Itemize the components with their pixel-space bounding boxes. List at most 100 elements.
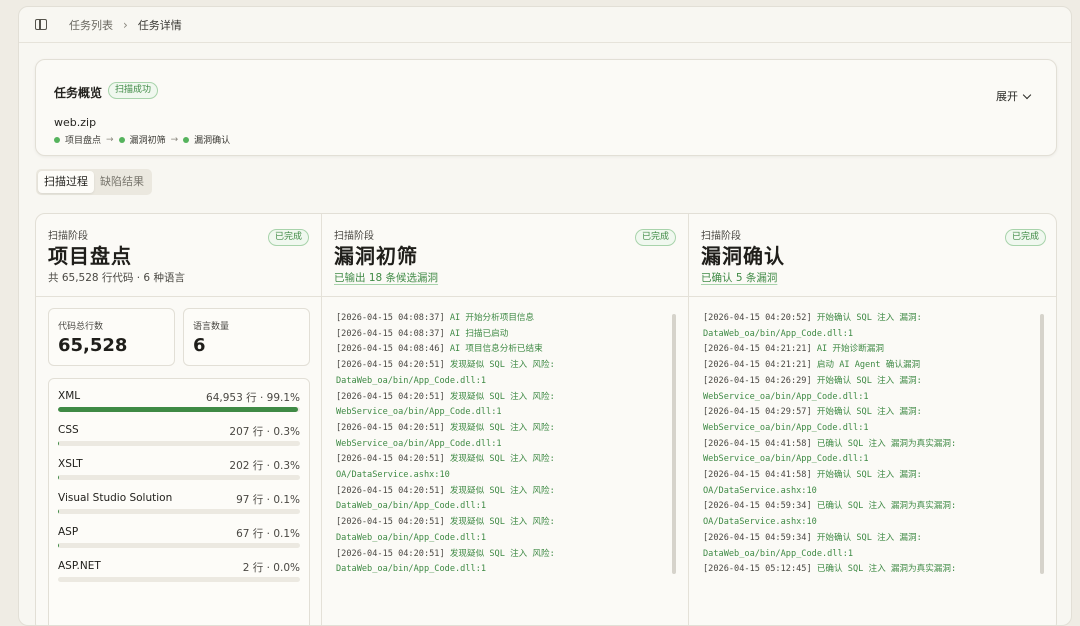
metric-label: 代码总行数 bbox=[58, 319, 103, 332]
log-message: DataWeb_oa/bin/App_Code.dll:1 bbox=[703, 329, 853, 339]
log-scrollbar[interactable] bbox=[672, 314, 676, 574]
log-message: 发现疑似 SQL 注入 风险: bbox=[445, 392, 555, 402]
language-name: CSS bbox=[58, 424, 79, 436]
log-message: 已确认 SQL 注入 漏洞为真实漏洞: bbox=[812, 501, 957, 511]
tab-defect-results[interactable]: 缺陷结果 bbox=[94, 171, 150, 193]
language-line-count: 64,953 行 · 99.1% bbox=[206, 390, 300, 405]
log-line: [2026-04-15 04:08:37] AI 开始分析项目信息 bbox=[336, 311, 555, 327]
log-timestamp: [2026-04-15 04:20:51] bbox=[336, 360, 445, 370]
log-message: DataWeb_oa/bin/App_Code.dll:1 bbox=[336, 501, 486, 511]
completed-badge: 已完成 bbox=[1005, 229, 1046, 246]
stage-title: 漏洞初筛 bbox=[334, 240, 418, 269]
log-message: WebService_oa/bin/App_Code.dll:1 bbox=[336, 407, 502, 417]
log-line: DataWeb_oa/bin/App_Code.dll:1 bbox=[336, 374, 555, 390]
log-message: 发现疑似 SQL 注入 风险: bbox=[445, 454, 555, 464]
language-share-fill bbox=[58, 475, 59, 480]
view-tabs: 扫描过程 缺陷结果 bbox=[36, 169, 152, 195]
log-line: OA/DataService.ashx:10 bbox=[703, 484, 956, 500]
language-line-count: 202 行 · 0.3% bbox=[229, 458, 300, 473]
log-timestamp: [2026-04-15 04:20:51] bbox=[336, 423, 445, 433]
language-share-bar bbox=[58, 577, 300, 582]
log-message: 发现疑似 SQL 注入 风险: bbox=[445, 423, 555, 433]
log-timestamp: [2026-04-15 04:20:51] bbox=[336, 517, 445, 527]
tab-scan-process[interactable]: 扫描过程 bbox=[38, 171, 94, 193]
log-line: [2026-04-15 04:59:34] 已确认 SQL 注入 漏洞为真实漏洞… bbox=[703, 499, 956, 515]
language-share-fill bbox=[58, 407, 298, 412]
language-share-bar bbox=[58, 543, 300, 548]
stage-title: 漏洞确认 bbox=[701, 240, 785, 269]
step-done-dot-icon bbox=[54, 137, 60, 143]
log-message: WebService_oa/bin/App_Code.dll:1 bbox=[336, 439, 502, 449]
log-line: [2026-04-15 05:12:45] 已确认 SQL 注入 漏洞为真实漏洞… bbox=[703, 562, 956, 578]
candidate-count-link[interactable]: 已输出 18 条候选漏洞 bbox=[334, 270, 438, 285]
log-timestamp: [2026-04-15 04:20:51] bbox=[336, 549, 445, 559]
log-message: DataWeb_oa/bin/App_Code.dll:1 bbox=[336, 376, 486, 386]
log-line: DataWeb_oa/bin/App_Code.dll:1 bbox=[336, 562, 555, 578]
language-row: Visual Studio Solution97 行 · 0.1% bbox=[58, 489, 300, 523]
log-line: [2026-04-15 04:41:58] 开始确认 SQL 注入 漏洞: bbox=[703, 468, 956, 484]
log-message: 已确认 SQL 注入 漏洞为真实漏洞: bbox=[812, 439, 957, 449]
log-timestamp: [2026-04-15 04:26:29] bbox=[703, 376, 812, 386]
language-name: ASP.NET bbox=[58, 560, 101, 572]
log-line: [2026-04-15 04:29:57] 开始确认 SQL 注入 漏洞: bbox=[703, 405, 956, 421]
arrow-right-icon: → bbox=[171, 135, 179, 145]
log-timestamp: [2026-04-15 04:41:58] bbox=[703, 439, 812, 449]
log-message: OA/DataService.ashx:10 bbox=[336, 470, 450, 480]
confirmed-count-link[interactable]: 已确认 5 条漏洞 bbox=[701, 270, 777, 285]
stage-header: 扫描阶段 漏洞初筛 已输出 18 条候选漏洞 已完成 bbox=[322, 214, 688, 297]
breadcrumb-task-list[interactable]: 任务列表 bbox=[69, 17, 113, 33]
log-timestamp: [2026-04-15 04:20:51] bbox=[336, 392, 445, 402]
log-line: [2026-04-15 04:08:46] AI 项目信息分析已结束 bbox=[336, 342, 555, 358]
expand-button[interactable]: 展开 bbox=[996, 88, 1030, 104]
log-line: OA/DataService.ashx:10 bbox=[703, 515, 956, 531]
log-line: WebService_oa/bin/App_Code.dll:1 bbox=[336, 405, 555, 421]
log-line: [2026-04-15 04:20:51] 发现疑似 SQL 注入 风险: bbox=[336, 484, 555, 500]
log-line: [2026-04-15 04:21:21] AI 开始诊断漏洞 bbox=[703, 342, 956, 358]
log-line: OA/DataService.ashx:10 bbox=[336, 468, 555, 484]
sidebar-toggle-icon[interactable] bbox=[35, 19, 47, 30]
language-share-fill bbox=[58, 441, 59, 446]
log-line: [2026-04-15 04:41:58] 已确认 SQL 注入 漏洞为真实漏洞… bbox=[703, 437, 956, 453]
log-timestamp: [2026-04-15 04:59:34] bbox=[703, 533, 812, 543]
language-name: ASP bbox=[58, 526, 78, 538]
log-message: AI 开始诊断漏洞 bbox=[812, 344, 884, 354]
chevron-down-icon bbox=[1023, 90, 1031, 98]
task-overview-card: 任务概览 扫描成功 展开 web.zip 项目盘点 → 漏洞初筛 → 漏洞确认 bbox=[35, 59, 1057, 156]
log-timestamp: [2026-04-15 04:20:52] bbox=[703, 313, 812, 323]
overview-title: 任务概览 bbox=[54, 84, 102, 101]
language-line-count: 67 行 · 0.1% bbox=[236, 526, 300, 541]
language-row: CSS 207 行 · 0.3% bbox=[58, 421, 300, 455]
log-line: [2026-04-15 04:20:51] 发现疑似 SQL 注入 风险: bbox=[336, 515, 555, 531]
log-timestamp: [2026-04-15 04:29:57] bbox=[703, 407, 812, 417]
log-message: DataWeb_oa/bin/App_Code.dll:1 bbox=[703, 549, 853, 559]
log-message: OA/DataService.ashx:10 bbox=[703, 517, 817, 527]
log-scrollbar[interactable] bbox=[1040, 314, 1044, 574]
log-timestamp: [2026-04-15 04:21:21] bbox=[703, 344, 812, 354]
log-line: [2026-04-15 04:08:37] AI 扫描已启动 bbox=[336, 327, 555, 343]
log-timestamp: [2026-04-15 04:59:34] bbox=[703, 501, 812, 511]
log-message: 开始确认 SQL 注入 漏洞: bbox=[812, 313, 922, 323]
log-line: [2026-04-15 04:20:51] 发现疑似 SQL 注入 风险: bbox=[336, 421, 555, 437]
language-line-count: 207 行 · 0.3% bbox=[229, 424, 300, 439]
language-row: XSLT202 行 · 0.3% bbox=[58, 455, 300, 489]
language-share-bar bbox=[58, 407, 300, 412]
log-message: 发现疑似 SQL 注入 风险: bbox=[445, 486, 555, 496]
metric-language-count: 语言数量 6 bbox=[183, 308, 310, 366]
metric-value: 65,528 bbox=[58, 335, 127, 356]
log-message: DataWeb_oa/bin/App_Code.dll:1 bbox=[336, 533, 486, 543]
language-breakdown: XML 64,953 行 · 99.1% CSS 207 行 · 0.3% XSLT20… bbox=[48, 378, 310, 626]
step-label: 漏洞确认 bbox=[194, 133, 230, 146]
language-row: XML 64,953 行 · 99.1% bbox=[58, 387, 300, 421]
log-message: OA/DataService.ashx:10 bbox=[703, 486, 817, 496]
screening-log: [2026-04-15 04:08:37] AI 开始分析项目信息[2026-0… bbox=[336, 311, 555, 578]
chevron-right-icon: › bbox=[123, 18, 128, 32]
log-message: 启动 AI Agent 确认漏洞 bbox=[812, 360, 920, 370]
log-message: 开始确认 SQL 注入 漏洞: bbox=[812, 407, 922, 417]
stage-column-inventory: 扫描阶段 项目盘点 共 65,528 行代码 · 6 种语言 已完成 代码总行数… bbox=[36, 214, 322, 626]
language-line-count: 97 行 · 0.1% bbox=[236, 492, 300, 507]
language-share-bar bbox=[58, 509, 300, 514]
log-line: [2026-04-15 04:20:51] 发现疑似 SQL 注入 风险: bbox=[336, 452, 555, 468]
expand-label: 展开 bbox=[996, 88, 1018, 104]
language-name: XML bbox=[58, 390, 80, 402]
log-line: WebService_oa/bin/App_Code.dll:1 bbox=[703, 421, 956, 437]
